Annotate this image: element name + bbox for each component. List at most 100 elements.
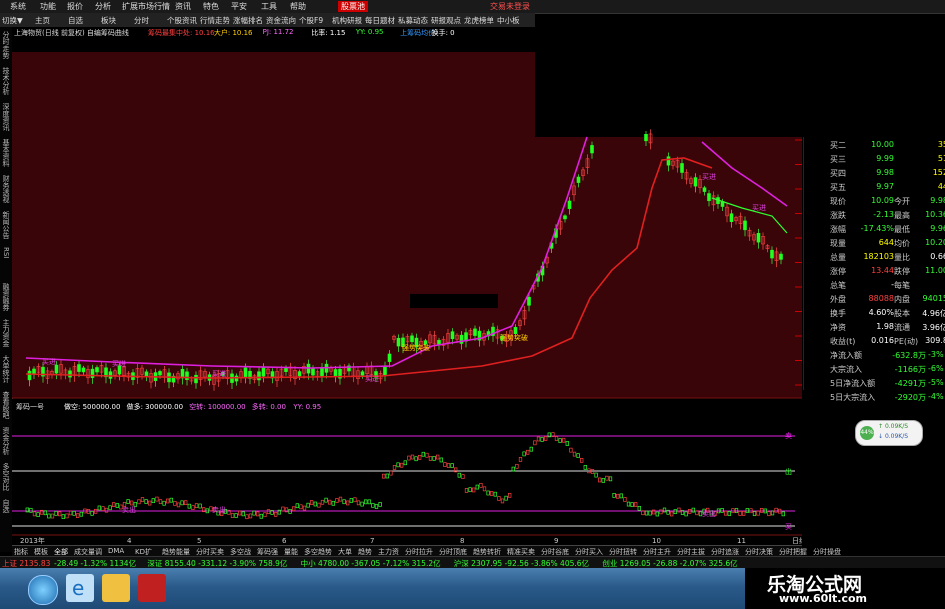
black-redaction-box (410, 294, 498, 308)
toolbar-button[interactable]: 行情走势 (200, 15, 230, 26)
indicator-param: 多转: 0.00 (252, 402, 286, 411)
sidebar-tab[interactable]: 资金分析 (1, 427, 11, 461)
toolbar-button[interactable]: 主页 (35, 15, 50, 26)
toolbar-button[interactable]: 个股F9 (299, 15, 323, 26)
price-candle (567, 200, 572, 209)
indicator-param: 做空: 500000.00 (64, 402, 120, 411)
toolbar-button[interactable]: 中小板 (497, 15, 520, 26)
black-overlay (535, 38, 802, 137)
price-candle (779, 253, 783, 260)
flow-row: 5日净流入额 -4291万 -5% (806, 378, 945, 389)
quote-value: 10.09 (871, 196, 894, 205)
quote-label: 量比 (894, 253, 910, 262)
stock-app-taskbar-icon[interactable] (138, 574, 166, 602)
sidebar-tab[interactable]: 新闻公告 (1, 211, 11, 245)
date-label: 2013年 (20, 536, 45, 545)
quote-value: 1.98 (876, 322, 894, 331)
strong-breakout-tag: 强势突破 (500, 333, 528, 342)
menu-item[interactable]: 工具 (261, 1, 277, 12)
menu-item[interactable]: 帮助 (290, 1, 306, 12)
toolbar-button[interactable]: 研报观点 (431, 15, 461, 26)
toolbar-button[interactable]: 资金流向 (266, 15, 296, 26)
menu-item[interactable]: 特色 (203, 1, 219, 12)
date-label: 5 (197, 537, 201, 545)
sidebar-tab[interactable]: 多空对比 (1, 463, 11, 497)
sidebar-tab[interactable]: 查看股吧 (1, 391, 11, 425)
watermark: 乐淘公式网 www.60lt.com (745, 568, 945, 609)
flow-label: 5日净流入额 (830, 379, 876, 388)
info-value: YY: 0.95 (355, 28, 384, 36)
quote-value: 0.016 (871, 336, 894, 345)
price-candle (576, 176, 581, 183)
sidebar-tab[interactable]: 自选 (1, 499, 11, 533)
menu-item[interactable]: 分析 (95, 1, 111, 12)
quote-value: 152 (932, 168, 945, 177)
sell-annotation: 卖出 (122, 505, 136, 514)
sidebar-tab[interactable]: 技术分析 (1, 67, 11, 101)
chart-info-bar: 上海物贸(日线 前复权) 自编筹码曲线 筹码最集中处: 10.16 大户: 10.… (12, 27, 535, 38)
sidebar-tab[interactable]: RSI (1, 247, 11, 281)
quote-value: 51 (937, 154, 945, 163)
network-speed-widget[interactable]: 44% ↑ 0.09K/S ↓ 0.09K/S (855, 420, 923, 446)
sidebar-tab[interactable]: 主力资金 (1, 319, 11, 353)
quote-label: 每笔 (894, 281, 910, 290)
sidebar-tab[interactable]: 深度资讯 (1, 103, 11, 137)
toolbar-button[interactable]: 个股资讯 (167, 15, 197, 26)
indicator-title: 筹码一号 (16, 402, 44, 411)
sidebar-tab[interactable]: 基本资料 (1, 139, 11, 173)
quote-row: 外盘 88088内盘 94015 (806, 294, 945, 305)
sidebar-tab[interactable]: 大单统计 (1, 355, 11, 389)
buy-annotation: 买进 (42, 358, 56, 366)
trade-login-link[interactable]: 交易未登录 (490, 1, 530, 12)
price-candle (702, 187, 707, 192)
flow-value: -632.8万 (892, 351, 926, 360)
indicator-tab[interactable]: DMA (108, 547, 124, 555)
flow-label: 5日大宗流入 (830, 393, 876, 402)
period-label[interactable]: 日线 (792, 536, 802, 545)
toolbar-button[interactable]: 机构研报 (332, 15, 362, 26)
quote-label: 流通 (894, 323, 910, 332)
menu-item[interactable]: 平安 (231, 1, 247, 12)
toolbar-button[interactable]: 每日题材 (365, 15, 395, 26)
toolbar-button[interactable]: 切换▼ (2, 15, 23, 26)
quote-row: 总笔 -每笔- (806, 280, 945, 291)
stock-chart[interactable]: 14.0013.0012.0011.0010.009.008.007.006.0… (12, 38, 802, 545)
download-speed: ↓ 0.09K/S (878, 433, 909, 440)
menu-item[interactable]: 系统 (10, 1, 26, 12)
quote-row: 涨停 13.44跌停 11.00 (806, 266, 945, 277)
quote-value: 88088 (868, 294, 894, 303)
quote-value: 4.60% (868, 308, 894, 317)
menu-item[interactable]: 资讯 (175, 1, 191, 12)
quote-value: -17.43% (860, 224, 894, 233)
sidebar-tab[interactable]: 财务透视 (1, 175, 11, 209)
menu-item[interactable]: 报价 (67, 1, 83, 12)
buy-annotation: 买进 (112, 360, 126, 368)
toolbar-button[interactable]: 分时 (134, 15, 149, 26)
price-candle (680, 163, 684, 173)
price-candle (387, 353, 392, 362)
toolbar-button[interactable]: 涨幅排名 (233, 15, 263, 26)
level-marker: 卖 (785, 432, 792, 440)
folder-taskbar-icon[interactable] (102, 574, 130, 602)
toolbar-button[interactable]: 龙虎榜单 (464, 15, 494, 26)
sidebar-tab[interactable]: 分时走势 (1, 31, 11, 65)
buy-annotation: 买进 (212, 370, 226, 378)
quote-value: 9.98 (876, 168, 894, 177)
flow-value: -1166万 (894, 365, 926, 374)
quote-label: 买四 (830, 169, 846, 178)
menu-item[interactable]: 功能 (40, 1, 56, 12)
quote-label: 换手 (830, 309, 846, 318)
sidebar-tab[interactable]: 融资融券 (1, 283, 11, 317)
price-candle (666, 156, 671, 166)
quote-value: 3.96亿 (922, 323, 945, 332)
toolbar-button[interactable]: 私募动态 (398, 15, 428, 26)
menu-item[interactable]: 扩展市场行情 (122, 1, 170, 12)
start-button[interactable] (28, 575, 58, 605)
quote-value: 0.66 (930, 252, 945, 261)
stock-pool-tab[interactable]: 股票池 (338, 1, 368, 12)
ie-taskbar-icon[interactable]: e (66, 574, 94, 602)
quote-value: - (891, 280, 894, 289)
toolbar-button[interactable]: 板块 (101, 15, 116, 26)
toolbar-button[interactable]: 自选 (68, 15, 83, 26)
quote-label: 均价 (894, 239, 910, 248)
